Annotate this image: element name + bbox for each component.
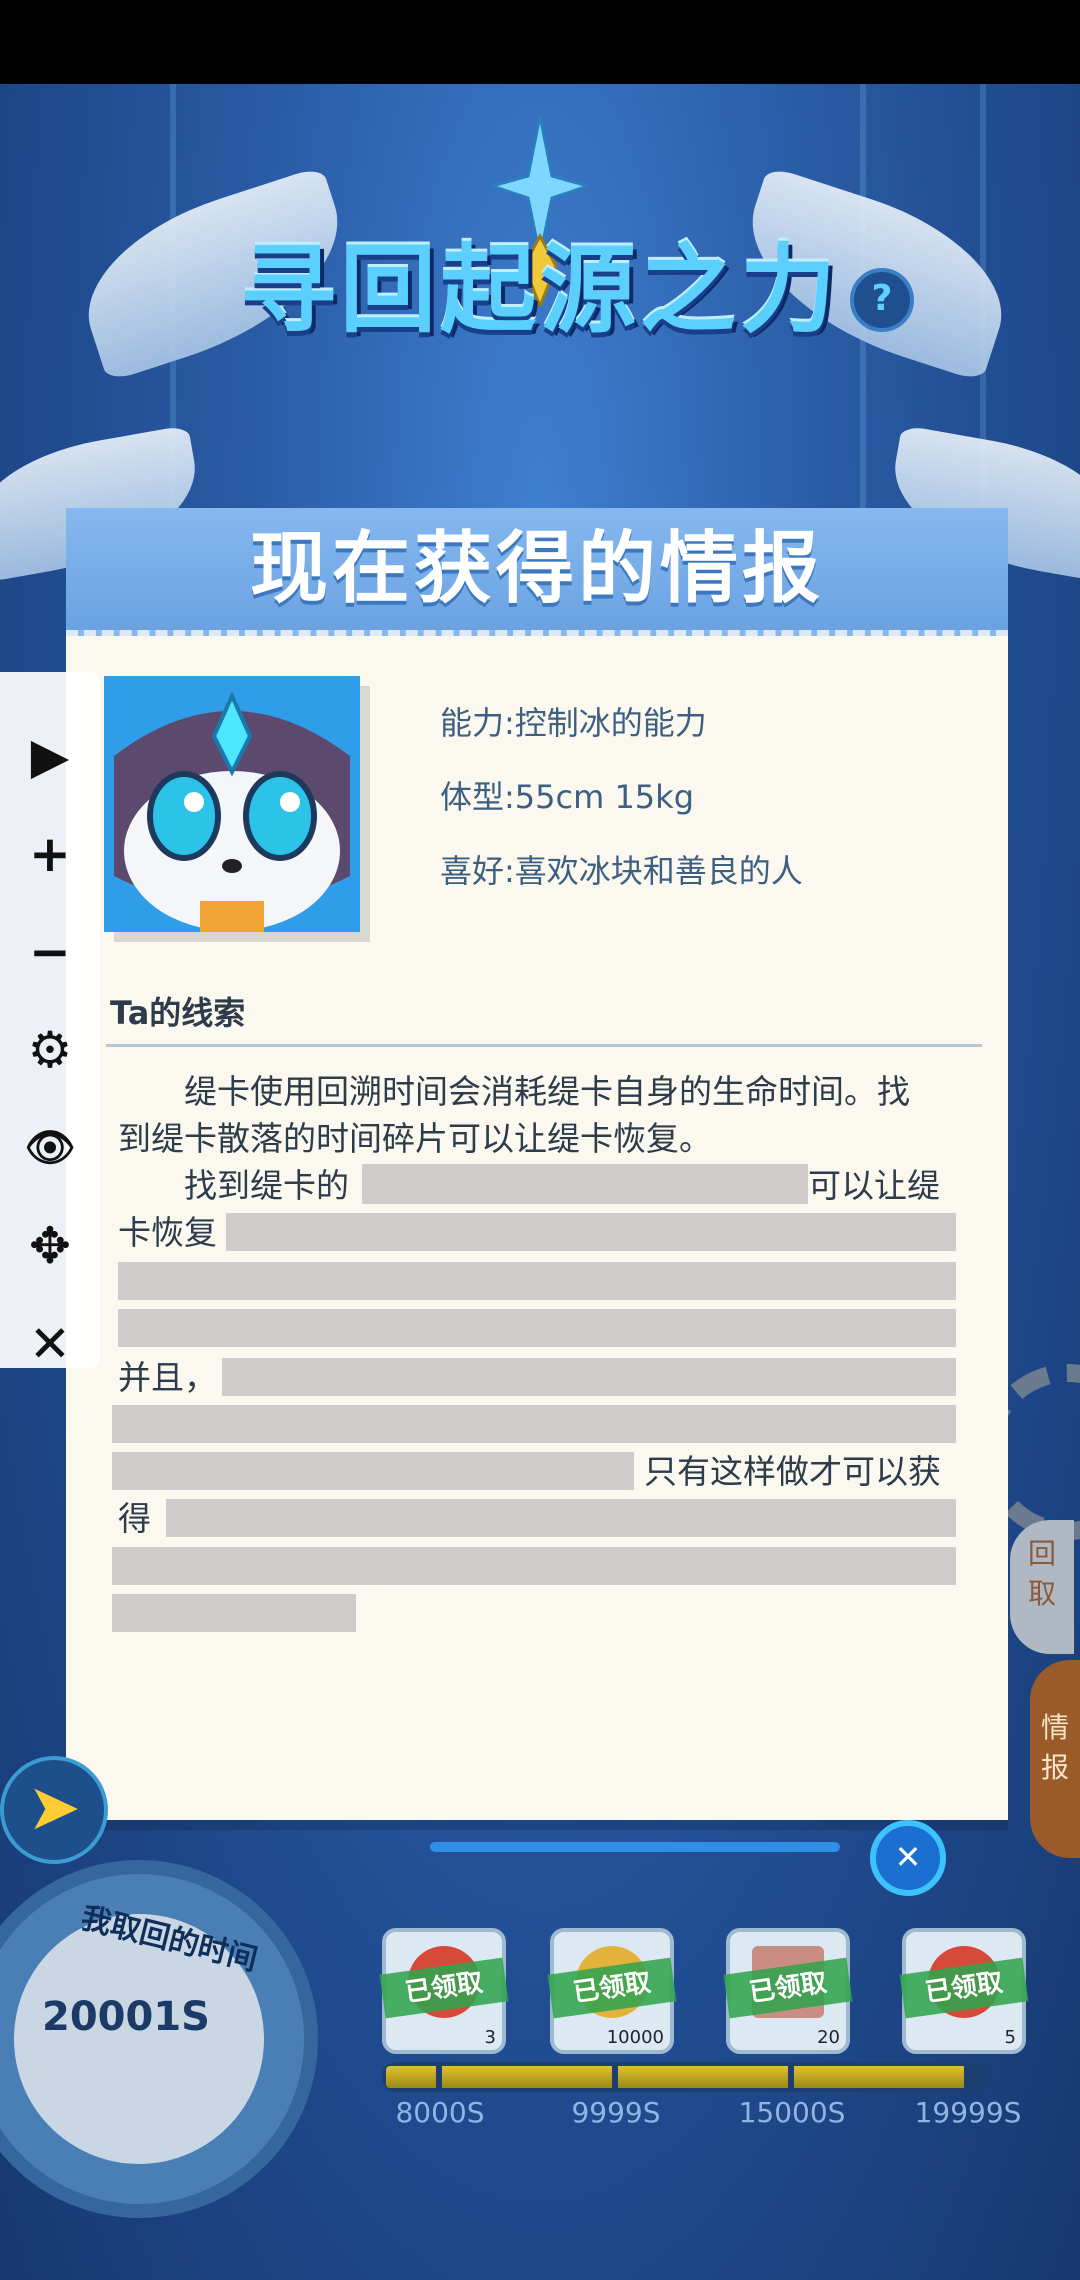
help-button[interactable]: ? — [850, 268, 914, 332]
claimed-stamp: 已领取 — [379, 1957, 509, 2019]
floating-toolbar: ▶ + − ⚙ 👁 ✥ ✕ — [0, 672, 100, 1373]
claimed-stamp: 已领取 — [899, 1957, 1029, 2019]
gear-icon[interactable]: ⚙ — [18, 1018, 82, 1082]
redacted-block — [226, 1213, 956, 1251]
milestone-label: 15000S — [738, 2096, 846, 2129]
reward-quantity: 3 — [484, 2027, 496, 2048]
milestone-divider — [436, 2064, 442, 2090]
clue-line-2: 到缇卡散落的时间碎片可以让缇卡恢复。 — [118, 1119, 712, 1158]
eye-icon[interactable]: 👁 — [18, 1116, 82, 1180]
zoom-out-icon[interactable]: − — [18, 920, 82, 984]
redacted-block — [222, 1358, 956, 1396]
reward-quantity: 5 — [1004, 2027, 1016, 2048]
reward-quantity: 20 — [817, 2027, 840, 2048]
milestone-divider — [964, 2064, 970, 2090]
milestone-divider — [788, 2064, 794, 2090]
redacted-block — [118, 1309, 956, 1347]
intel-panel: 现在获得的情报 能力:控制冰的能力 体型:55cm 15kg 喜好:喜欢冰块和善… — [66, 508, 1008, 1820]
arrow-left-icon: ➤ — [27, 1771, 81, 1845]
redacted-block — [166, 1499, 956, 1537]
claimed-stamp: 已领取 — [723, 1957, 853, 2019]
close-panel-button[interactable]: ✕ — [870, 1820, 946, 1896]
clue-line-3b: 可以让缇 — [808, 1166, 940, 1205]
move-icon[interactable]: ✥ — [18, 1214, 82, 1278]
redacted-block — [112, 1594, 356, 1632]
redacted-block — [112, 1547, 956, 1585]
reward-quantity: 10000 — [606, 2027, 664, 2048]
reward-item[interactable]: 已领取 10000 — [547, 1928, 677, 2054]
close-icon: ✕ — [894, 1838, 922, 1876]
retrieve-tab[interactable]: 回 取 — [1010, 1520, 1074, 1654]
reward-item[interactable]: 已领取 5 — [899, 1928, 1029, 2054]
claimed-stamp: 已领取 — [547, 1957, 677, 2019]
clue-title: Ta的线索 — [110, 994, 246, 1032]
play-icon[interactable]: ▶ — [18, 724, 82, 788]
redacted-block — [112, 1452, 634, 1490]
milestone-label: 9999S — [571, 2096, 661, 2129]
character-portrait — [104, 676, 360, 932]
milestone-progress-fill — [386, 2066, 966, 2088]
redacted-block — [118, 1262, 956, 1300]
milestone-label: 8000S — [395, 2096, 485, 2129]
close-icon[interactable]: ✕ — [18, 1312, 82, 1376]
zoom-in-icon[interactable]: + — [18, 822, 82, 886]
game-title: 寻回起源之力 — [240, 234, 840, 346]
back-button[interactable]: ➤ — [0, 1756, 108, 1864]
time-total: 20001S — [42, 1994, 210, 2040]
milestone-label: 19999S — [914, 2096, 1022, 2129]
clue-line-6: 只有这样做才可以获 — [644, 1452, 941, 1491]
intel-tab[interactable]: 情 报 — [1030, 1660, 1080, 1858]
ability-text: 能力:控制冰的能力 — [440, 704, 707, 742]
reward-item[interactable]: 已领取 20 — [723, 1928, 853, 2054]
status-bar — [0, 0, 1080, 84]
clue-divider — [106, 1044, 982, 1047]
panel-title: 现在获得的情报 — [249, 524, 824, 614]
redacted-block — [362, 1164, 808, 1204]
redacted-block — [112, 1405, 956, 1443]
likes-text: 喜好:喜欢冰块和善良的人 — [440, 852, 803, 890]
milestone-divider — [612, 2064, 618, 2090]
clue-line-1: 缇卡使用回溯时间会消耗缇卡自身的生命时间。找 — [118, 1072, 910, 1111]
size-text: 体型:55cm 15kg — [440, 778, 695, 816]
panel-scroll-bar — [430, 1842, 840, 1852]
reward-item[interactable]: 已领取 3 — [379, 1928, 509, 2054]
